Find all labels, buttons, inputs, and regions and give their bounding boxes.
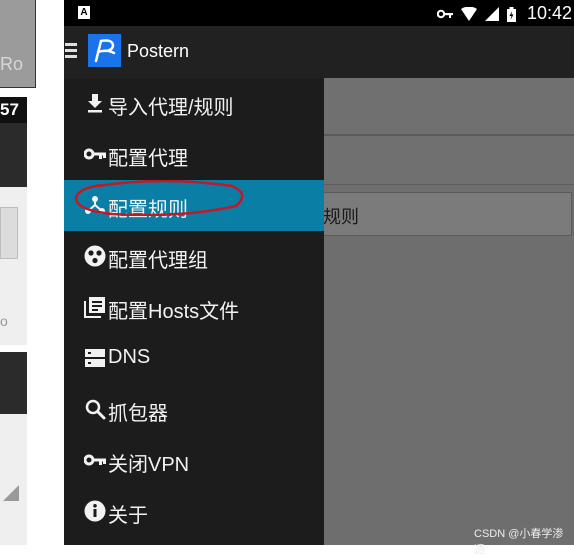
watermark-text: CSDN @小春学渗透 [474, 528, 564, 556]
menu-item-about[interactable]: 关于 [64, 486, 324, 537]
menu-item-label: DNS [108, 346, 151, 368]
menu-item-label: 导入代理/规则 [108, 97, 234, 119]
menu-item-label: 抓包器 [108, 403, 168, 425]
menu-item-dns[interactable]: DNS [64, 333, 324, 384]
fragment-text: o [0, 313, 8, 329]
fragment-card [0, 207, 18, 259]
info-icon [84, 500, 106, 522]
postern-logo-icon [88, 34, 121, 67]
fragment-toolbar [0, 352, 27, 414]
navigation-drawer: 导入代理/规则 配置代理 配置规则 配置代理组 配置Hosts文件 DNS 抓包… [64, 78, 324, 545]
fragment-resize-icon [3, 485, 19, 501]
app-title: Postern [127, 41, 190, 61]
phone-screen: A 10:42 Postern 规则 导入代理/规则 配置代理 配置规则 配置代… [64, 0, 574, 545]
menu-item-hosts[interactable]: 配置Hosts文件 [64, 282, 324, 333]
menu-item-close-vpn[interactable]: 关闭VPN [64, 435, 324, 486]
background-rules-card: 规则 [320, 192, 572, 236]
menu-item-import[interactable]: 导入代理/规则 [64, 78, 324, 129]
menu-item-label: 配置代理组 [108, 250, 208, 272]
status-bar: A 10:42 [64, 0, 574, 26]
fragment-toolbar [0, 123, 27, 187]
key-icon [84, 148, 106, 160]
status-icons [437, 5, 516, 22]
proxy-group-icon [84, 245, 106, 267]
menu-item-capture[interactable]: 抓包器 [64, 384, 324, 435]
status-time: 10:42 [526, 3, 572, 23]
signal-icon [485, 7, 500, 22]
search-icon [85, 399, 106, 420]
background-window-fragment-top: Ro [0, 0, 36, 88]
key-icon [84, 454, 106, 466]
notification-icon: A [78, 6, 90, 19]
menu-item-rules-config[interactable]: 配置规则 [64, 180, 324, 231]
wifi-icon [461, 6, 478, 22]
background-row [324, 136, 574, 185]
battery-icon [507, 6, 516, 22]
fragment-time: 57 [0, 97, 27, 123]
menu-item-proxy-group[interactable]: 配置代理组 [64, 231, 324, 282]
hamburger-icon[interactable] [65, 43, 77, 59]
menu-item-label: 配置规则 [108, 199, 188, 221]
background-rules-text: 规则 [323, 207, 359, 227]
menu-item-label: 关于 [108, 505, 148, 527]
fragment-text: Ro [0, 54, 24, 74]
menu-item-label: 配置代理 [108, 148, 188, 170]
download-icon [88, 94, 102, 113]
background-window-fragment-middle: 57 o [0, 97, 27, 345]
background-window-fragment-bottom [0, 352, 27, 545]
background-tab-bar [324, 78, 574, 136]
app-bar: Postern [64, 26, 574, 78]
hosts-file-icon [84, 297, 105, 318]
key-icon [437, 10, 454, 19]
menu-item-label: 配置Hosts文件 [108, 301, 240, 323]
menu-item-proxy-config[interactable]: 配置代理 [64, 129, 324, 180]
rules-icon [85, 196, 105, 214]
dns-icon [85, 349, 105, 367]
menu-item-label: 关闭VPN [108, 454, 190, 476]
